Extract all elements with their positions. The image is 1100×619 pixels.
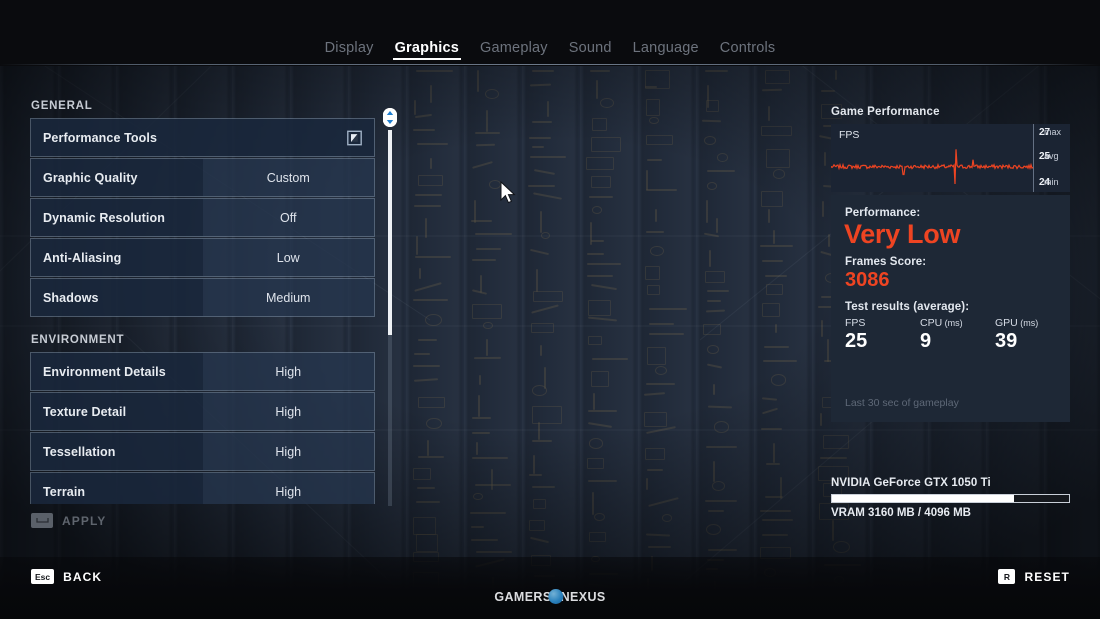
setting-label: Tessellation	[31, 433, 203, 470]
setting-row[interactable]: Dynamic Resolution Off	[30, 198, 375, 237]
tab-controls[interactable]: Controls	[720, 40, 776, 60]
fps-min-label: 24 min	[1039, 177, 1059, 188]
tab-sound[interactable]: Sound	[569, 40, 612, 60]
apply-button[interactable]: APPLY	[31, 513, 106, 528]
scrollbar-thumb[interactable]	[388, 130, 392, 335]
performance-rating-value: Very Low	[844, 219, 961, 249]
tab-display[interactable]: Display	[325, 40, 374, 60]
frames-score-label: Frames Score:	[845, 256, 927, 269]
metric-caption-text: FPS	[845, 317, 866, 330]
metric-caption-text: CPU	[920, 317, 943, 330]
metric-caption-text: GPU	[995, 317, 1018, 330]
setting-row[interactable]: Performance Tools	[30, 118, 375, 157]
settings-group-title-environment: ENVIRONMENT	[31, 334, 125, 346]
vram-usage-fill	[832, 495, 1015, 502]
tab-language[interactable]: Language	[633, 40, 699, 60]
back-button[interactable]: Esc BACK	[31, 569, 102, 584]
setting-label: Dynamic Resolution	[31, 199, 203, 236]
setting-label: Environment Details	[31, 353, 203, 390]
watermark-text-gamers: GAMERS	[494, 589, 552, 604]
setting-row[interactable]: Texture Detail High	[30, 392, 375, 431]
gpu-name: NVIDIA GeForce GTX 1050 Ti	[831, 477, 991, 489]
fps-graph-axis: 27 max 25 avg 24 min	[1033, 124, 1070, 192]
scroll-arrows-icon	[383, 108, 397, 127]
spacebar-glyph	[35, 518, 49, 523]
reset-button[interactable]: R RESET	[998, 569, 1070, 584]
setting-row[interactable]: Tessellation High	[30, 432, 375, 471]
watermark-text-nexus: NEXUS	[560, 589, 606, 604]
settings-list: GENERAL Performance Tools Graphic Quality C…	[30, 100, 375, 504]
back-button-label: BACK	[63, 569, 103, 584]
performance-panel-title: Game Performance	[831, 106, 940, 118]
metric-gpu: GPU (ms) 39	[995, 317, 1070, 353]
setting-value: High	[202, 353, 374, 390]
game-settings-screen: Display Graphics Gameplay Sound Language Cont…	[0, 0, 1100, 619]
footer-background	[0, 557, 1100, 619]
gamersnexus-watermark: GAMERS NEXUS	[494, 589, 605, 604]
performance-results: Performance: Very Low Frames Score: 3086…	[831, 195, 1070, 422]
spacebar-key-icon	[31, 513, 53, 528]
gpu-info: NVIDIA GeForce GTX 1050 Ti VRAM 3160 MB …	[831, 477, 1070, 519]
performance-rating-label: Performance:	[845, 207, 921, 219]
setting-row[interactable]: Graphic Quality Custom	[30, 158, 375, 197]
setting-label: Performance Tools	[31, 119, 374, 156]
metric-cpu: CPU (ms) 9	[920, 317, 995, 353]
setting-value: Off	[202, 199, 374, 236]
results-footer-note: Last 30 sec of gameplay	[845, 397, 959, 409]
fps-graph: FPS 27 max 25 avg 24 min	[831, 124, 1070, 192]
setting-value: High	[202, 393, 374, 430]
setting-label: Anti-Aliasing	[31, 239, 203, 276]
setting-value: High	[202, 433, 374, 470]
settings-tabs: Display Graphics Gameplay Sound Language Cont…	[0, 36, 1100, 60]
setting-value: High	[202, 473, 374, 504]
setting-label: Terrain	[31, 473, 203, 504]
metric-caption: CPU (ms)	[920, 317, 995, 329]
setting-label: Texture Detail	[31, 393, 203, 430]
fps-max-label: 27 max	[1039, 127, 1062, 138]
fps-avg-label: 25 avg	[1039, 151, 1059, 162]
setting-row[interactable]: Environment Details High	[30, 352, 375, 391]
setting-row[interactable]: Anti-Aliasing Low	[30, 238, 375, 277]
setting-value: Medium	[202, 279, 374, 316]
metric-value: 25	[845, 330, 868, 353]
setting-label: Shadows	[31, 279, 203, 316]
fps-graph-plot: FPS	[831, 124, 1033, 192]
setting-row[interactable]: Shadows Medium	[30, 278, 375, 317]
reset-button-label: RESET	[1024, 569, 1070, 584]
vram-usage-bar	[831, 494, 1070, 503]
esc-key-icon: Esc	[31, 569, 55, 584]
external-window-icon	[347, 130, 362, 145]
metric-value: 39	[995, 330, 1018, 353]
metric-unit: (ms)	[1017, 318, 1039, 329]
frames-score-value: 3086	[845, 269, 890, 292]
fps-graph-label: FPS	[839, 129, 860, 141]
setting-label: Graphic Quality	[31, 159, 203, 196]
tab-gameplay[interactable]: Gameplay	[480, 40, 548, 60]
setting-value: Custom	[202, 159, 374, 196]
test-results-grid: FPS 25 CPU (ms) 9 GPU (ms) 39	[845, 317, 1070, 353]
mouse-cursor	[500, 181, 516, 204]
tab-graphics[interactable]: Graphics	[392, 40, 462, 60]
game-performance-panel: Game Performance FPS 27 max 25 avg 24 mi…	[831, 106, 1070, 422]
r-key-icon: R	[998, 569, 1016, 584]
metric-value: 9	[920, 330, 932, 353]
apply-button-label: APPLY	[62, 513, 107, 528]
test-results-label: Test results (average):	[845, 301, 970, 314]
scrollbar-updown-handle[interactable]	[383, 108, 397, 127]
fps-graph-line	[831, 149, 1033, 185]
settings-group-title-general: GENERAL	[31, 100, 93, 112]
vram-usage-text: VRAM 3160 MB / 4096 MB	[831, 507, 971, 519]
metric-caption: GPU (ms)	[995, 317, 1070, 329]
header-separator	[0, 64, 1100, 65]
metric-fps: FPS 25	[845, 317, 920, 353]
setting-value: Low	[202, 239, 374, 276]
metric-caption: FPS	[845, 317, 920, 329]
settings-scrollbar[interactable]	[383, 108, 397, 506]
metric-unit: (ms)	[942, 318, 963, 329]
setting-row[interactable]: Terrain High	[30, 472, 375, 504]
